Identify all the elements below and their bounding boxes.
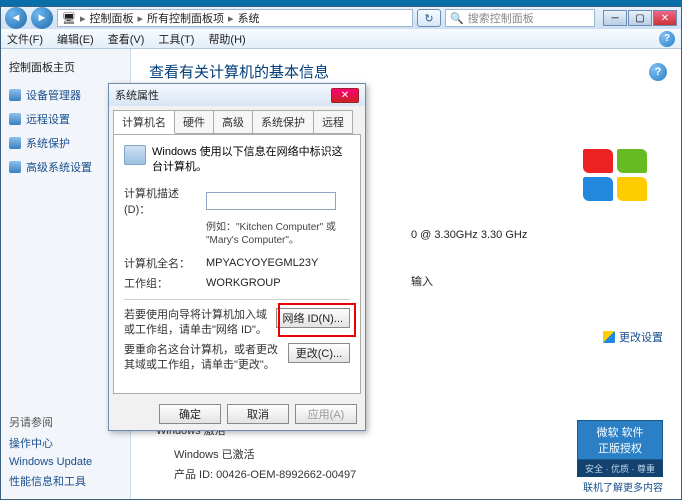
change-settings-link[interactable]: 更改设置 xyxy=(603,329,663,345)
activation-status: Windows 已激活 xyxy=(174,446,255,462)
refresh-button[interactable]: ↻ xyxy=(417,9,441,27)
change-button[interactable]: 更改(C)... xyxy=(288,343,350,363)
breadcrumb[interactable]: 🖥 ▸ 控制面板 ▸ 所有控制面板项 ▸ 系统 xyxy=(57,9,413,27)
apply-button[interactable]: 应用(A) xyxy=(295,404,357,424)
wizard-text: 若要使用向导将计算机加入域或工作组，请单击"网络 ID"。 xyxy=(124,308,270,338)
fullname-label: 计算机全名： xyxy=(124,255,202,271)
menu-help[interactable]: 帮助(H) xyxy=(208,31,245,47)
help-icon[interactable]: ? xyxy=(649,63,667,81)
menu-edit[interactable]: 编辑(E) xyxy=(57,31,94,47)
titlebar: ◄ ► 🖥 ▸ 控制面板 ▸ 所有控制面板项 ▸ 系统 ↻ 🔍 搜索控制面板 ─… xyxy=(1,7,681,29)
cpu-value: 0 @ 3.30GHz 3.30 GHz xyxy=(411,229,527,241)
page-title: 查看有关计算机的基本信息 xyxy=(149,61,663,82)
tab-protection[interactable]: 系统保护 xyxy=(252,110,314,134)
example-text: 例如："Kitchen Computer" 或 "Mary's Computer… xyxy=(206,221,350,247)
dialog-tabs: 计算机名 硬件 高级 系统保护 远程 xyxy=(109,106,365,134)
tab-panel: Windows 使用以下信息在网络中标识这台计算机。 计算机描述(D)： 例如：… xyxy=(113,134,361,394)
menubar: 文件(F) 编辑(E) 查看(V) 工具(T) 帮助(H) ? xyxy=(1,29,681,49)
minimize-button[interactable]: ─ xyxy=(603,10,627,26)
rename-text: 要重命名这台计算机，或者更改其域或工作组，请单击"更改"。 xyxy=(124,343,282,373)
bullet-icon xyxy=(9,161,21,173)
search-input[interactable]: 🔍 搜索控制面板 xyxy=(445,9,595,27)
desc-field-label: 计算机描述(D)： xyxy=(124,185,202,217)
dialog-close-button[interactable]: ✕ xyxy=(331,88,359,103)
tab-computer-name[interactable]: 计算机名 xyxy=(113,110,175,134)
bullet-icon xyxy=(9,137,21,149)
bullet-icon xyxy=(9,113,21,125)
breadcrumb-leaf[interactable]: 系统 xyxy=(238,10,260,26)
genuine-badge: 微软 软件正版授权 安全 · 优质 · 尊重 xyxy=(577,420,663,477)
tab-advanced[interactable]: 高级 xyxy=(213,110,253,134)
search-placeholder: 搜索控制面板 xyxy=(468,10,534,26)
windows-logo-icon xyxy=(583,149,653,219)
link-windows-update[interactable]: Windows Update xyxy=(9,456,122,468)
forward-button[interactable]: ► xyxy=(31,7,53,29)
sidebar-header: 控制面板主页 xyxy=(9,59,122,75)
breadcrumb-mid[interactable]: 所有控制面板项 xyxy=(147,10,224,26)
computer-icon xyxy=(124,145,146,165)
sidebar-item-advanced[interactable]: 高级系统设置 xyxy=(9,159,122,175)
sidebar-item-protection[interactable]: 系统保护 xyxy=(9,135,122,151)
bullet-icon xyxy=(9,89,21,101)
search-icon: 🔍 xyxy=(450,12,464,25)
help-icon[interactable]: ? xyxy=(659,31,675,47)
dialog-titlebar: 系统属性 ✕ xyxy=(109,84,365,106)
sidebar-item-remote[interactable]: 远程设置 xyxy=(9,111,122,127)
fullname-value: MPYACYOYEGML23Y xyxy=(206,257,318,269)
sidebar-footer-header: 另请参阅 xyxy=(9,414,122,430)
dialog-title: 系统属性 xyxy=(115,87,159,103)
link-performance[interactable]: 性能信息和工具 xyxy=(9,473,122,489)
tab-hardware[interactable]: 硬件 xyxy=(174,110,214,134)
dialog-intro: Windows 使用以下信息在网络中标识这台计算机。 xyxy=(152,145,350,175)
system-properties-dialog: 系统属性 ✕ 计算机名 硬件 高级 系统保护 远程 Windows 使用以下信息… xyxy=(108,83,366,431)
sidebar-footer: 另请参阅 操作中心 Windows Update 性能信息和工具 xyxy=(9,414,122,489)
input-label: 输入 xyxy=(411,273,433,289)
network-id-button[interactable]: 网络 ID(N)... xyxy=(276,308,351,328)
product-id: 产品 ID: 00426-OEM-8992662-00497 xyxy=(174,466,356,482)
dialog-buttons: 确定 取消 应用(A) xyxy=(109,398,365,430)
workgroup-value: WORKGROUP xyxy=(206,277,281,289)
close-button[interactable]: ✕ xyxy=(653,10,677,26)
workgroup-label: 工作组： xyxy=(124,275,202,291)
computer-description-input[interactable] xyxy=(206,192,336,210)
tab-remote[interactable]: 远程 xyxy=(313,110,353,134)
oem-link[interactable]: 联机了解更多内容 xyxy=(583,479,663,494)
menu-tools[interactable]: 工具(T) xyxy=(158,31,194,47)
sidebar-item-device-manager[interactable]: 设备管理器 xyxy=(9,87,122,103)
cancel-button[interactable]: 取消 xyxy=(227,404,289,424)
menu-file[interactable]: 文件(F) xyxy=(7,31,43,47)
link-action-center[interactable]: 操作中心 xyxy=(9,435,122,451)
folder-icon: 🖥 xyxy=(62,12,76,25)
maximize-button[interactable]: ▢ xyxy=(628,10,652,26)
window-controls: ─ ▢ ✕ xyxy=(603,10,677,26)
shield-icon xyxy=(603,331,615,343)
back-button[interactable]: ◄ xyxy=(5,7,27,29)
breadcrumb-root[interactable]: 控制面板 xyxy=(90,10,134,26)
menu-view[interactable]: 查看(V) xyxy=(108,31,145,47)
ok-button[interactable]: 确定 xyxy=(159,404,221,424)
